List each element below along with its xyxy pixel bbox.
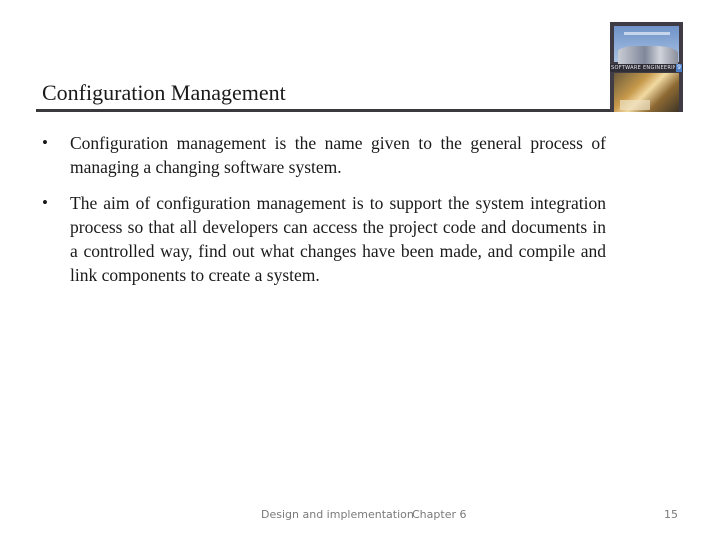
cover-edition-badge: 9 [676,64,682,72]
title-underline-divider [36,109,610,112]
bullet-item: • Configuration management is the name g… [42,131,606,179]
book-cover-image: SOFTWARE ENGINEERING 9 [610,22,683,112]
cover-building [618,46,678,64]
footer-section-title: Design and implementation [261,508,414,521]
cover-photo-highlight [620,100,650,110]
slide-title: Configuration Management [42,80,286,105]
cover-author-strip [624,32,670,35]
bullet-marker: • [42,193,48,212]
bullet-text: Configuration management is the name giv… [70,133,606,177]
slide: Configuration Management SOFTWARE ENGINE… [0,0,720,540]
footer-chapter: Chapter 6 [412,508,467,521]
bullet-marker: • [42,133,48,152]
footer-page-number: 15 [664,508,678,521]
bullet-list: • Configuration management is the name g… [42,131,606,299]
bullet-item: • The aim of configuration management is… [42,191,606,287]
bullet-text: The aim of configuration management is t… [70,193,606,285]
cover-title-text: SOFTWARE ENGINEERING [611,65,675,71]
